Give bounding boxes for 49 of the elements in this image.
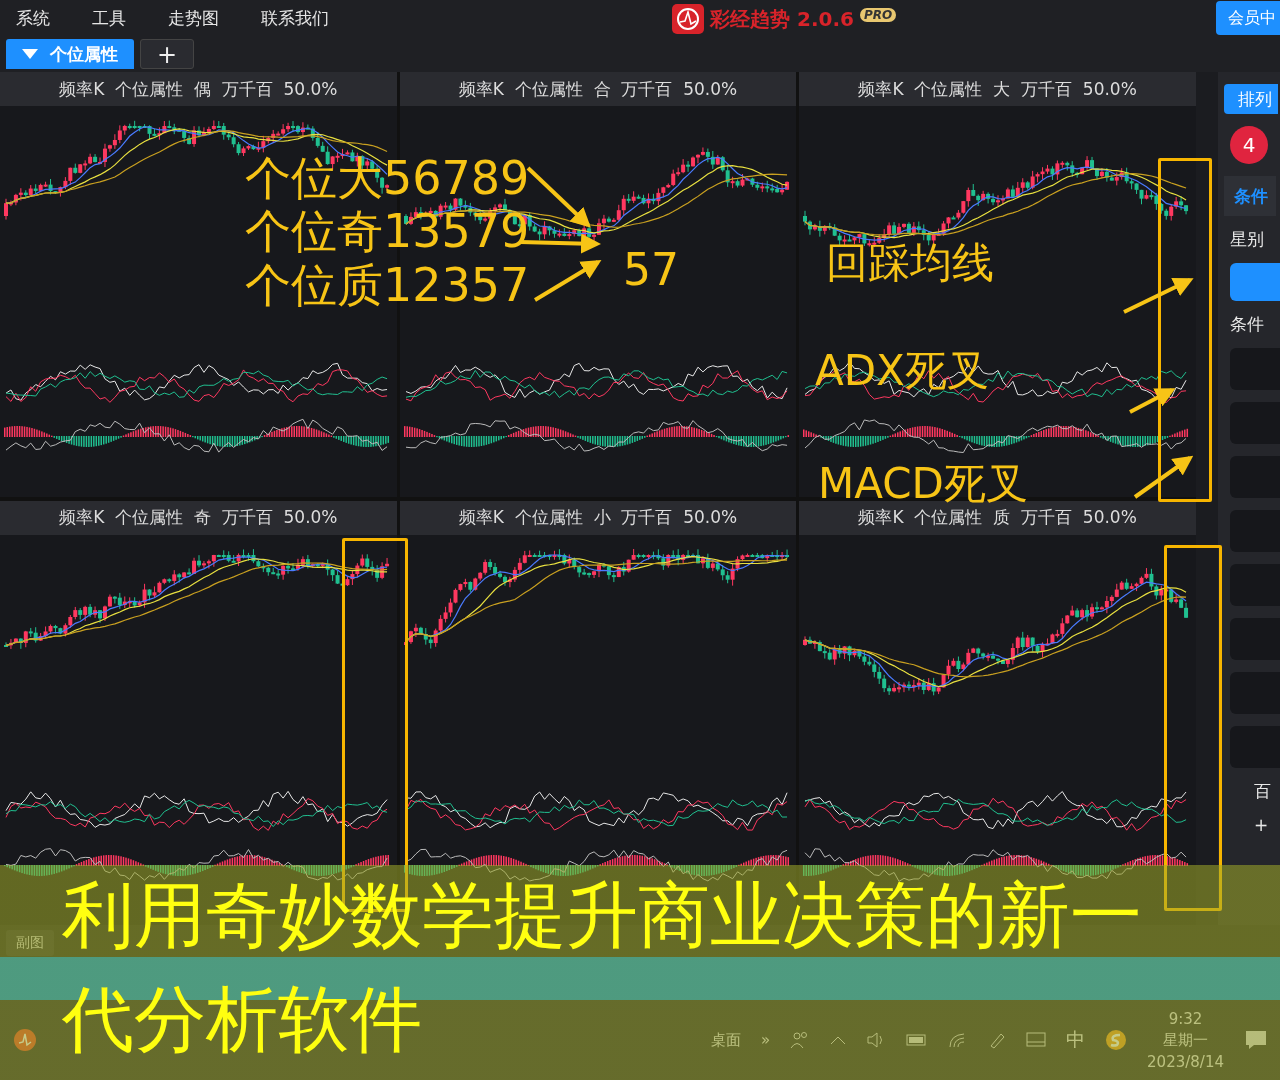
sidebar-item[interactable]: 百 (1224, 780, 1271, 803)
pen-icon[interactable] (988, 1031, 1007, 1049)
battery-icon[interactable] (906, 1033, 929, 1047)
notification-icon[interactable] (1244, 1029, 1268, 1051)
pro-badge: PRO (859, 8, 897, 22)
clock-time: 9:32 (1168, 1009, 1203, 1028)
annotation-text: 回踩均线 (826, 242, 994, 284)
panel-title: 频率K 个位属性 奇 万千百 50.0% (0, 500, 397, 535)
panel-title: 频率K 个位属性 大 万千百 50.0% (799, 72, 1196, 106)
annotation-text: 57 (623, 248, 679, 292)
arrow (1129, 388, 1176, 414)
chevron-up-icon[interactable] (830, 1034, 847, 1046)
arrow (533, 259, 602, 302)
condition-tab[interactable]: 条件 (1224, 176, 1276, 216)
add-tab-button[interactable]: + (140, 39, 194, 69)
input-method-icon[interactable] (1105, 1029, 1128, 1051)
menu-item[interactable]: 联系我们 (245, 6, 345, 30)
caption-text: 代分析软件 (62, 976, 422, 1062)
arrow (526, 166, 591, 228)
ime-indicator[interactable]: 中 (1066, 1027, 1086, 1053)
star-selector[interactable] (1230, 263, 1280, 301)
annotation-text: 个位奇13579 (245, 208, 530, 254)
panel-title: 频率K 个位属性 合 万千百 50.0% (399, 72, 797, 106)
member-button[interactable]: 会员中 (1216, 1, 1280, 35)
count-badge: 4 (1230, 126, 1268, 164)
menu-item[interactable]: 工具 (76, 6, 142, 30)
caret-icon (22, 49, 38, 59)
tablet-icon[interactable] (1026, 1032, 1047, 1048)
menu-item[interactable]: 走势图 (152, 6, 235, 30)
logo-icon (672, 4, 704, 34)
arrow (1123, 278, 1194, 314)
app-icon[interactable] (12, 1027, 38, 1053)
chart-tab[interactable]: 副图 (6, 929, 54, 956)
chevron-label[interactable]: » (760, 1031, 771, 1049)
panel-title: 频率K 个位属性 小 万千百 50.0% (399, 500, 797, 535)
annotation-text: 个位大56789 (245, 155, 530, 201)
section-label: 条件 (1229, 313, 1264, 336)
arrow (1133, 455, 1194, 499)
tab[interactable]: 个位属性 (6, 39, 134, 69)
app-name: 彩经趋势 2.0.6 (710, 5, 854, 33)
sidebar-item[interactable]: + (1224, 815, 1269, 835)
star-label: 星别 (1229, 228, 1264, 251)
annotation-text: 个位质12357 (245, 262, 530, 308)
panel-title: 频率K 个位属性 偶 万千百 50.0% (0, 72, 397, 106)
menu-item[interactable]: 系统 (0, 6, 66, 30)
sort-button[interactable]: 排列 (1224, 84, 1278, 114)
clock-date: 2023/8/14 (1147, 1052, 1224, 1071)
desktop-label[interactable]: 桌面 (710, 1030, 741, 1050)
clock-weekday: 星期一 (1163, 1030, 1209, 1050)
